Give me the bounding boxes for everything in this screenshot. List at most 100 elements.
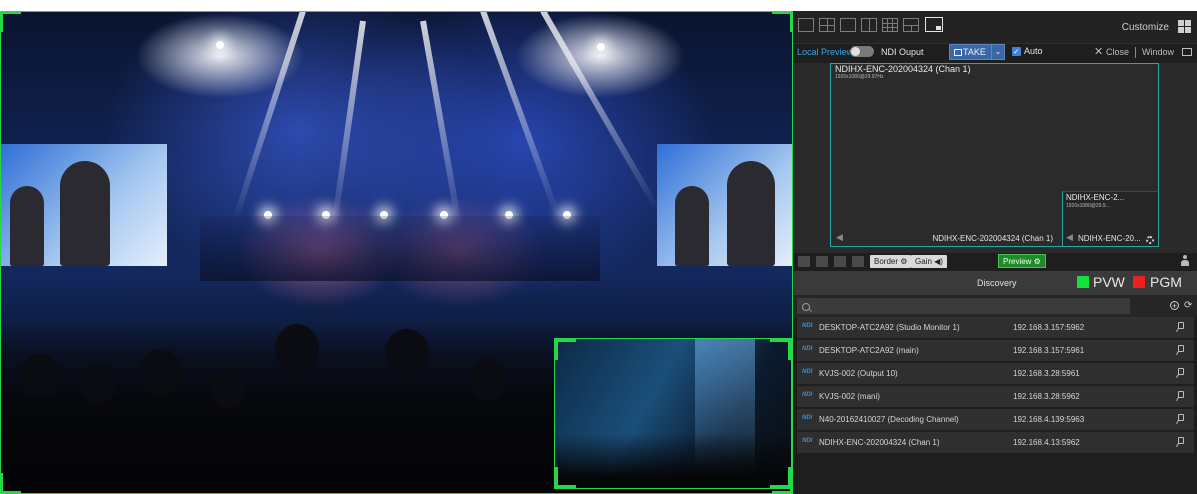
add-source-icon[interactable]: + — [1170, 301, 1179, 311]
search-icon — [802, 303, 810, 311]
customize-grid-icon[interactable] — [1178, 20, 1191, 33]
gain-label: Gain — [915, 257, 932, 266]
take-monitor-icon — [954, 49, 962, 56]
pin-icon[interactable] — [1176, 391, 1184, 399]
pip-preview-window[interactable] — [554, 338, 792, 489]
pin-icon[interactable] — [1176, 345, 1184, 353]
audio-meter-icon[interactable] — [852, 256, 864, 267]
window-monitor-icon[interactable] — [1182, 48, 1192, 56]
search-input[interactable] — [797, 298, 1130, 314]
refresh-icon[interactable]: ⟳ — [1184, 300, 1192, 311]
singer-figure — [10, 186, 44, 266]
local-preview-label: Local Preview — [797, 47, 854, 57]
gain-button[interactable]: Gain ◀) — [911, 255, 947, 268]
discovery-label: Discovery — [977, 278, 1017, 288]
selection-corner — [772, 11, 793, 32]
pin-icon[interactable] — [1176, 368, 1184, 376]
pgm-indicator — [1133, 276, 1145, 288]
text-overlay-icon[interactable] — [816, 256, 828, 267]
border-button[interactable]: Border ⚙ — [870, 255, 912, 268]
singer-figure — [675, 186, 709, 266]
pin-icon[interactable] — [1176, 322, 1184, 330]
close-button[interactable]: Close — [1106, 47, 1129, 57]
layout-single-icon[interactable] — [798, 18, 814, 32]
ndi-output-toggle[interactable] — [850, 46, 874, 57]
selection-corner — [0, 473, 21, 494]
light-beam — [540, 11, 661, 212]
take-dropdown-chevron-icon[interactable]: ⌄ — [991, 45, 1004, 59]
customize-label[interactable]: Customize — [1122, 22, 1169, 33]
preview-button[interactable]: Preview ⚙ — [998, 254, 1046, 268]
close-icon[interactable]: ✕ — [1094, 45, 1103, 58]
ndi-badge: NDI — [802, 438, 813, 444]
preview-tile-pip[interactable]: NDIHX-ENC-2... 1920x1080@29.9... ◀ NDIHX… — [1062, 191, 1159, 247]
source-ip: 192.168.3.28:5962 — [1013, 392, 1080, 401]
source-name: DESKTOP-ATC2A92 (Studio Monitor 1) — [819, 323, 960, 332]
pvw-label: PVW — [1093, 274, 1125, 290]
preview-multiview: NDIHX-ENC-202004324 (Chan 1) 1920x1080@2… — [794, 63, 1197, 253]
top-strip — [0, 0, 1197, 11]
speaker-icon[interactable]: ◀ — [1066, 232, 1073, 243]
tile-resolution: 1920x1080@29.97Hz — [835, 74, 884, 80]
speaker-icon[interactable]: ◀ — [836, 232, 843, 243]
tile-toolbar: Border ⚙ Gain ◀) Preview ⚙ — [794, 253, 1197, 271]
ndi-output-label: NDI Ouput — [881, 47, 924, 57]
stage — [200, 216, 600, 281]
list-item[interactable]: NDI KVJS-002 (mani) 192.168.3.28:5962 — [797, 386, 1194, 407]
stage-light — [597, 43, 605, 51]
search-row: + ⟳ — [794, 295, 1197, 317]
ndi-badge: NDI — [802, 415, 813, 421]
pin-icon[interactable] — [1176, 414, 1184, 422]
pin-icon[interactable] — [1176, 437, 1184, 445]
tile-source-name: NDIHX-ENC-2... — [1066, 193, 1125, 202]
grid-view-icon[interactable] — [798, 256, 810, 267]
source-name: KVJS-002 (Output 10) — [819, 369, 898, 378]
discovery-status-row: Discovery PVW PGM — [794, 271, 1197, 295]
preview-control-bar: Local Preview NDI Ouput TAKE ⌄ ✓ Auto ✕ … — [794, 44, 1197, 62]
take-label: TAKE — [963, 47, 986, 57]
source-ip: 192.168.3.28:5961 — [1013, 369, 1080, 378]
take-button[interactable]: TAKE ⌄ — [949, 44, 1005, 60]
auto-checkbox[interactable]: ✓ — [1012, 47, 1021, 56]
tile-resolution: 1920x1080@29.9... — [1066, 203, 1110, 209]
selection-corner — [0, 11, 21, 32]
ndi-badge: NDI — [802, 392, 813, 398]
light-beam — [480, 11, 562, 219]
preview-label: Preview — [1003, 257, 1032, 266]
selection-corner — [772, 473, 793, 494]
program-video-viewport[interactable] — [0, 11, 793, 494]
list-item[interactable]: NDI N40-20162410027 (Decoding Channel) 1… — [797, 409, 1194, 430]
source-ip: 192.168.3.157:5961 — [1013, 346, 1085, 355]
stage-light — [216, 41, 224, 49]
light-beam — [330, 20, 366, 230]
list-item[interactable]: NDI DESKTOP-ATC2A92 (main) 192.168.3.157… — [797, 340, 1194, 361]
pvw-indicator — [1077, 276, 1089, 288]
pip-crowd-hands — [555, 433, 791, 488]
source-list: NDI DESKTOP-ATC2A92 (Studio Monitor 1) 1… — [797, 317, 1194, 455]
ndi-badge: NDI — [802, 323, 813, 329]
window-button[interactable]: Window — [1142, 47, 1174, 57]
layout-grid-icon[interactable] — [882, 18, 898, 32]
gear-icon[interactable] — [1146, 236, 1154, 244]
tile-footer-name: NDIHX-ENC-20... — [1078, 234, 1141, 243]
layout-pip-icon[interactable] — [925, 17, 943, 32]
ndi-badge: NDI — [802, 369, 813, 375]
source-ip: 192.168.4.13:5962 — [1013, 438, 1080, 447]
tile-footer-name: NDIHX-ENC-202004324 (Chan 1) — [932, 234, 1054, 243]
pgm-label: PGM — [1150, 274, 1182, 290]
layout-split-icon[interactable] — [861, 18, 877, 32]
person-icon[interactable] — [1181, 255, 1189, 267]
source-name: N40-20162410027 (Decoding Channel) — [819, 415, 959, 424]
layout-wide-icon[interactable] — [840, 18, 856, 32]
source-name: NDIHX-ENC-202004324 (Chan 1) — [819, 438, 940, 447]
singer-figure — [60, 161, 110, 266]
layout-quad-icon[interactable] — [819, 18, 835, 32]
image-overlay-icon[interactable] — [834, 256, 846, 267]
singer-figure — [727, 161, 775, 266]
layout-pip-grid-icon[interactable] — [903, 18, 919, 32]
list-item[interactable]: NDI NDIHX-ENC-202004324 (Chan 1) 192.168… — [797, 432, 1194, 453]
list-item[interactable]: NDI DESKTOP-ATC2A92 (Studio Monitor 1) 1… — [797, 317, 1194, 338]
light-beam — [232, 11, 306, 222]
control-panel: Customize Local Preview NDI Ouput TAKE ⌄… — [794, 11, 1197, 494]
list-item[interactable]: NDI KVJS-002 (Output 10) 192.168.3.28:59… — [797, 363, 1194, 384]
